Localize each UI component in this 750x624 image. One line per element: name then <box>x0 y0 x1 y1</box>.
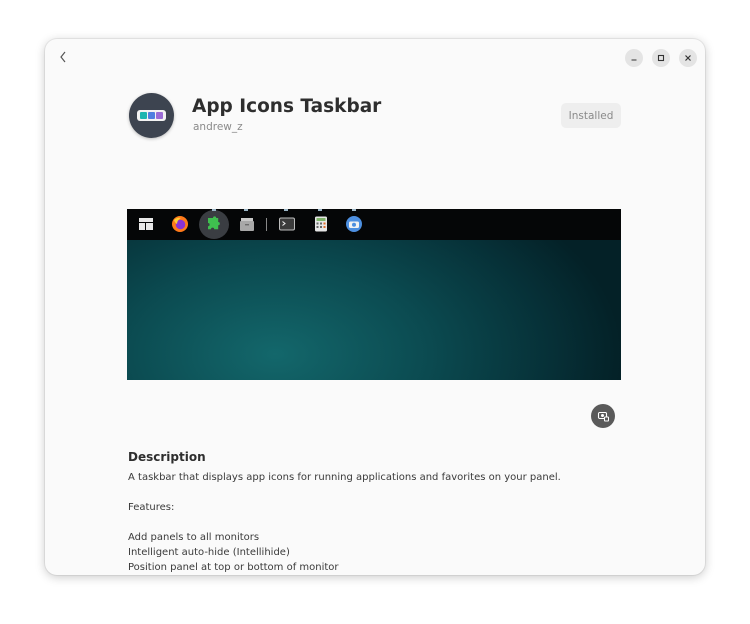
maximize-button[interactable] <box>652 49 670 67</box>
minimize-button[interactable] <box>625 49 643 67</box>
feature-item: Intelligent auto-hide (Intellihide) <box>128 547 290 558</box>
calculator-icon <box>315 216 327 232</box>
activities-icon <box>139 218 153 230</box>
maximize-icon <box>657 54 665 62</box>
installed-status-badge: Installed <box>561 103 621 128</box>
description-summary: A taskbar that displays app icons for ru… <box>128 472 561 483</box>
screenshot-taskbar <box>127 209 621 240</box>
firefox-icon <box>172 216 188 232</box>
feature-item: Add panels to all monitors <box>128 532 260 543</box>
app-icon <box>129 93 174 138</box>
chevron-left-icon <box>60 51 66 63</box>
back-button[interactable] <box>53 47 73 67</box>
description-heading: Description <box>128 450 206 464</box>
close-icon <box>685 55 691 61</box>
taskbar-separator <box>266 218 267 231</box>
minimize-icon <box>631 59 637 61</box>
app-author: andrew_z <box>193 121 243 133</box>
features-label: Features: <box>128 502 175 513</box>
extensions-icon <box>208 216 220 230</box>
taskbar-glyph <box>137 110 166 121</box>
feature-item: Position panel at top or bottom of monit… <box>128 562 339 573</box>
screenshot-toggle-button[interactable] <box>591 404 615 428</box>
close-button[interactable] <box>679 49 697 67</box>
app-title: App Icons Taskbar <box>192 96 382 117</box>
files-icon <box>240 218 254 231</box>
app-window: App Icons Taskbar andrew_z Installed Des… <box>45 39 705 575</box>
app-screenshot <box>127 209 621 380</box>
screenshot-toggle-icon <box>597 411 609 421</box>
terminal-icon <box>279 217 295 231</box>
screenshot-app-icon <box>346 216 362 232</box>
